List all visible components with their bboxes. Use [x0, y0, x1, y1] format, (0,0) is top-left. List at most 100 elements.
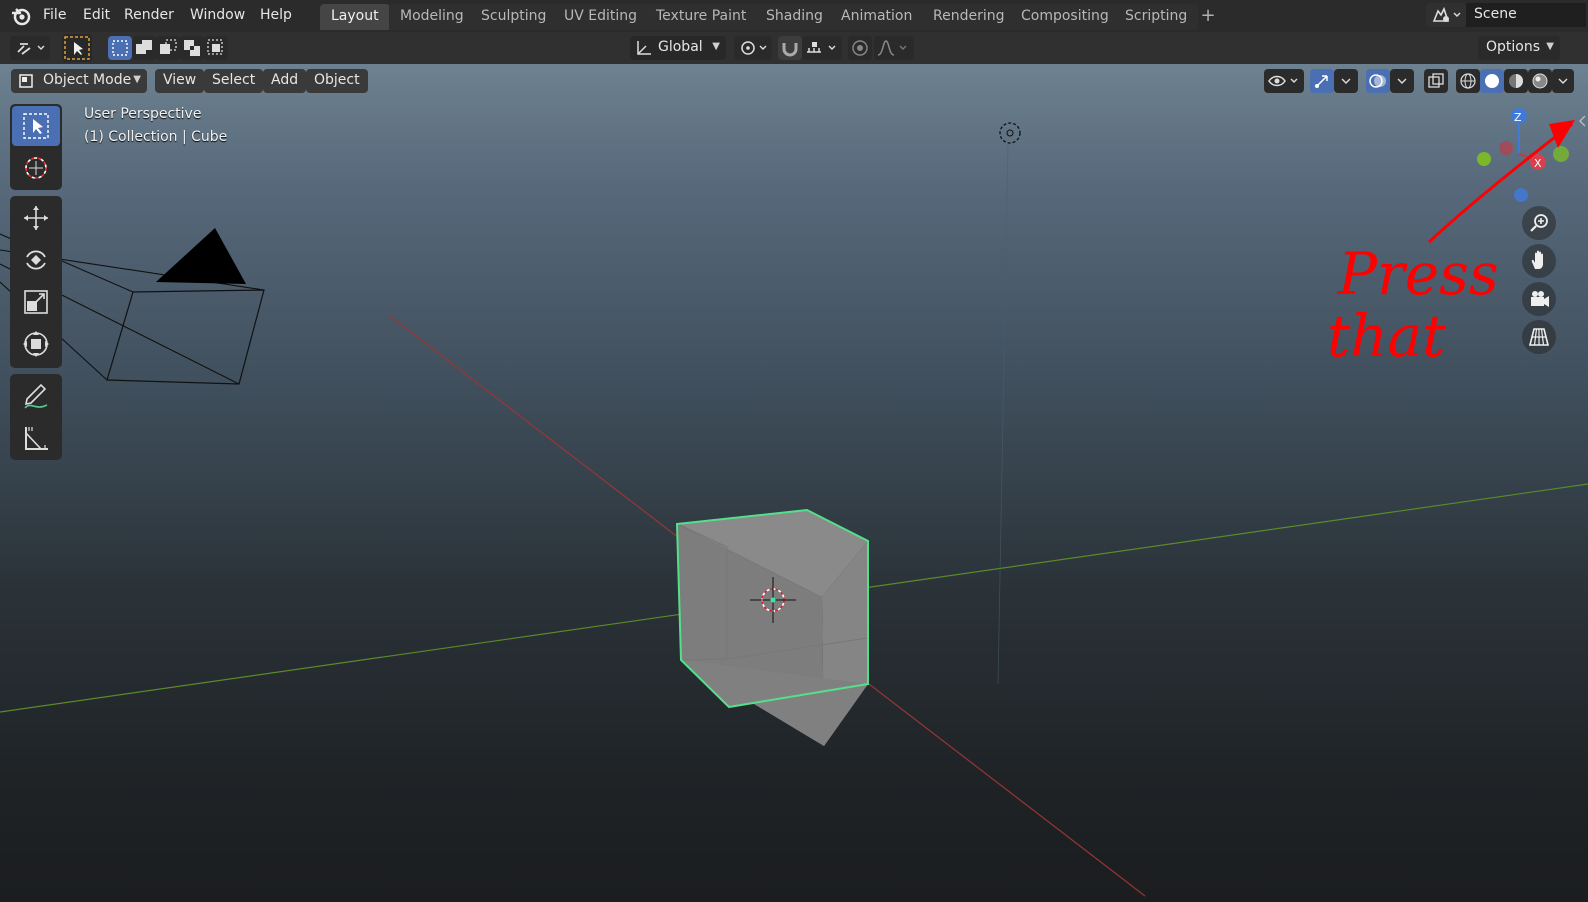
transform-orientation-label: Global — [658, 39, 703, 55]
toolbar-group-select — [10, 104, 62, 190]
select-new-icon — [112, 40, 128, 56]
select-intersect-icon — [207, 39, 223, 55]
shading-solid-button[interactable] — [1480, 69, 1504, 93]
proportional-falloff-dropdown[interactable] — [874, 36, 914, 60]
tab-shading[interactable]: Shading — [755, 4, 834, 30]
menu-file[interactable]: File — [37, 0, 72, 32]
active-tool-button[interactable] — [62, 34, 92, 62]
select-subtract-icon — [160, 39, 177, 54]
pivot-point-dropdown[interactable] — [734, 36, 772, 60]
rendered-sphere-icon — [1532, 73, 1548, 89]
object-mode-dropdown[interactable]: Object Mode ▼ — [11, 69, 147, 93]
3d-cursor-icon — [25, 157, 47, 179]
zoom-view-button[interactable] — [1522, 206, 1556, 240]
scale-icon — [24, 290, 48, 314]
select-box-icon — [64, 36, 90, 60]
shading-options-dropdown[interactable] — [1552, 69, 1574, 93]
zoom-in-icon — [1530, 214, 1548, 232]
tab-animation[interactable]: Animation — [830, 4, 924, 30]
menu-add[interactable]: Add — [263, 69, 307, 93]
proportional-editing-button[interactable] — [848, 36, 872, 60]
toolbar-group-annotate — [10, 374, 62, 460]
menu-edit[interactable]: Edit — [77, 0, 116, 32]
collection-info-label: (1) Collection | Cube — [84, 129, 228, 145]
menu-window[interactable]: Window — [184, 0, 251, 32]
camera-icon — [1531, 291, 1549, 307]
select-extend-icon — [136, 40, 152, 54]
tab-rendering[interactable]: Rendering — [922, 4, 1016, 30]
tool-move[interactable] — [12, 198, 60, 238]
editor-type-button[interactable] — [10, 36, 50, 60]
snap-toggle-button[interactable] — [778, 36, 802, 60]
tool-rotate[interactable] — [12, 240, 60, 280]
select-mode-invert-button[interactable] — [180, 36, 204, 60]
solid-sphere-icon — [1485, 74, 1499, 88]
tab-modeling[interactable]: Modeling — [389, 4, 475, 30]
select-mode-subtract-button[interactable] — [156, 36, 180, 60]
tab-uv-editing[interactable]: UV Editing — [553, 4, 649, 30]
xray-toggle-button[interactable] — [1424, 69, 1448, 93]
snap-target-dropdown[interactable] — [802, 36, 842, 60]
chevron-down-icon: ▼ — [712, 41, 720, 52]
show-overlays-button[interactable] — [1366, 69, 1390, 93]
tool-annotate[interactable] — [12, 376, 60, 416]
overlays-options-dropdown[interactable] — [1390, 69, 1414, 93]
annotation-text-line1: Press — [1337, 240, 1499, 308]
tool-scale[interactable] — [12, 282, 60, 322]
shading-wireframe-button[interactable] — [1456, 69, 1480, 93]
orientation-axes-icon — [637, 41, 651, 55]
measure-ruler-icon — [25, 427, 48, 450]
tab-texture-paint[interactable]: Texture Paint — [645, 4, 758, 30]
proportional-editing-icon — [852, 40, 868, 56]
select-mode-new-button[interactable] — [108, 36, 132, 60]
transform-orientation-dropdown[interactable]: Global ▼ — [630, 36, 726, 60]
chevron-down-icon — [1341, 78, 1351, 84]
pan-view-button[interactable] — [1522, 244, 1556, 278]
tool-cursor[interactable] — [12, 148, 60, 188]
camera-view-button[interactable] — [1522, 282, 1556, 316]
show-gizmo-button[interactable] — [1310, 69, 1334, 93]
visibility-dropdown[interactable] — [1264, 69, 1304, 93]
snap-increment-icon — [807, 42, 836, 53]
select-mode-intersect-button[interactable] — [204, 36, 228, 60]
tab-scripting[interactable]: Scripting — [1114, 4, 1199, 30]
cube-object[interactable] — [675, 508, 869, 746]
object-mode-label: Object Mode — [43, 72, 132, 88]
menu-object[interactable]: Object — [306, 69, 368, 93]
tool-select-box[interactable] — [12, 106, 60, 146]
blender-logo-icon[interactable] — [10, 5, 32, 27]
add-workspace-button[interactable]: + — [1196, 4, 1220, 30]
wireframe-sphere-icon — [1460, 73, 1476, 89]
gizmo-options-dropdown[interactable] — [1334, 69, 1358, 93]
sidebar-toggle-icon[interactable] — [1578, 114, 1588, 128]
tab-sculpting[interactable]: Sculpting — [470, 4, 558, 30]
scene-selector-button[interactable] — [1426, 3, 1466, 27]
light-object[interactable] — [999, 122, 1021, 144]
z-axis-line — [997, 143, 1009, 685]
menu-view[interactable]: View — [155, 69, 205, 93]
toggle-perspective-button[interactable] — [1522, 320, 1556, 354]
tool-transform[interactable] — [12, 324, 60, 364]
scene-name-field[interactable]: Scene — [1466, 3, 1586, 27]
material-sphere-icon — [1509, 74, 1523, 88]
scene-icon — [1432, 6, 1461, 22]
select-mode-extend-button[interactable] — [132, 36, 156, 60]
select-box-icon — [23, 113, 49, 139]
tab-layout[interactable]: Layout — [320, 4, 390, 30]
eye-icon — [1268, 75, 1298, 87]
shading-material-button[interactable] — [1504, 69, 1528, 93]
overlays-icon — [1369, 74, 1386, 88]
viewport-scene: Z X Press that — [0, 108, 1588, 897]
menu-select[interactable]: Select — [204, 69, 264, 93]
tool-settings-header: Global ▼ Options ▼ — [0, 32, 1588, 64]
tool-measure[interactable] — [12, 418, 60, 458]
hand-icon — [1531, 250, 1543, 269]
menu-help[interactable]: Help — [254, 0, 298, 32]
menu-render[interactable]: Render — [118, 0, 180, 32]
gizmo-icon — [1315, 75, 1328, 88]
tab-compositing[interactable]: Compositing — [1010, 4, 1120, 30]
shading-rendered-button[interactable] — [1528, 69, 1552, 93]
chevron-down-icon: ▼ — [133, 74, 141, 85]
3d-viewport[interactable]: Z X Press that Object Mode ▼ View Select… — [0, 64, 1588, 902]
options-dropdown[interactable]: Options ▼ — [1478, 36, 1560, 60]
